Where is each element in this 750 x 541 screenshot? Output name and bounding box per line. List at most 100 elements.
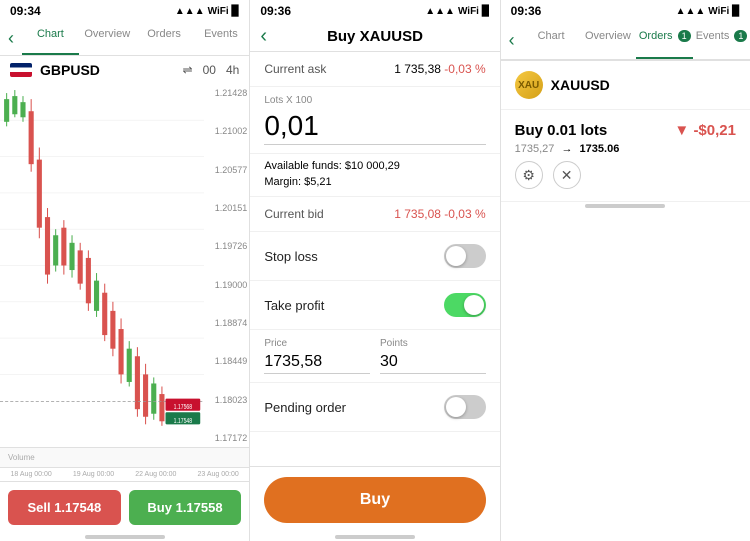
chart-filter-icon[interactable]: ⇌: [183, 63, 193, 77]
take-profit-label: Take profit: [264, 298, 324, 313]
status-icons-2: ▲▲▲ WiFi ▉: [425, 6, 489, 17]
symbol-name-1: GBPUSD: [40, 62, 100, 78]
order-price-to: 1735.06: [580, 143, 620, 155]
buy-header: ‹ Buy XAUUSD: [250, 22, 499, 52]
wifi-icon-3: WiFi: [708, 6, 729, 17]
points-label: Points: [380, 338, 486, 349]
pending-order-row: Pending order: [250, 383, 499, 432]
time-1: 09:34: [10, 4, 41, 18]
wifi-icon-1: WiFi: [208, 6, 229, 17]
tab-chart-3[interactable]: Chart: [523, 22, 580, 59]
order-prices: 1735,27 → 1735.06: [515, 143, 736, 155]
price-p5: 1.19000: [215, 280, 248, 290]
chart-timer-icon[interactable]: 00: [203, 63, 216, 77]
order-lots-label: Buy 0.01 lots: [515, 122, 608, 139]
buy-button[interactable]: Buy 1.17558: [129, 490, 242, 525]
order-pnl: ▼ -$0,21: [674, 122, 736, 139]
status-bar-3: 09:36 ▲▲▲ WiFi ▉: [501, 0, 750, 22]
current-bid-value: 1 735,08 -0,03 %: [394, 207, 485, 221]
battery-icon-3: ▉: [732, 6, 740, 17]
chart-area: 1.21428 1.21002 1.20577 1.20151 1.19726 …: [0, 84, 249, 447]
pending-order-knob: [446, 397, 466, 417]
price-points-row: Price Points: [250, 330, 499, 383]
tab-overview-3[interactable]: Overview: [579, 22, 636, 59]
status-icons-3: ▲▲▲ WiFi ▉: [676, 6, 740, 17]
volume-label: Volume: [8, 453, 35, 462]
orders-panel: 09:36 ▲▲▲ WiFi ▉ ‹ Chart Overview Orders…: [501, 0, 750, 541]
home-bar-1: [0, 533, 249, 541]
signal-icon-1: ▲▲▲: [175, 6, 205, 17]
margin-row: Margin: $5,21: [250, 174, 499, 197]
lots-section: Lots X 100: [250, 87, 499, 154]
chart-controls: ⇌ 00 4h: [183, 63, 240, 77]
order-symbol-row: XAU XAUUSD: [501, 61, 750, 110]
stop-loss-toggle[interactable]: [444, 244, 486, 268]
pending-order-toggle[interactable]: [444, 395, 486, 419]
current-bid-row: Current bid 1 735,08 -0,03 %: [250, 197, 499, 232]
points-field: Points: [380, 338, 486, 374]
current-bid-label: Current bid: [264, 207, 323, 221]
signal-icon-3: ▲▲▲: [676, 6, 706, 17]
date-1: 18 Aug 00:00: [11, 471, 52, 478]
order-close-btn[interactable]: ✕: [553, 161, 581, 189]
wifi-icon-2: WiFi: [458, 6, 479, 17]
tab-events-1[interactable]: Events: [192, 22, 249, 55]
order-symbol-name: XAUUSD: [551, 77, 610, 93]
order-card: Buy 0.01 lots ▼ -$0,21 1735,27 → 1735.06…: [501, 110, 750, 202]
pending-order-label: Pending order: [264, 400, 346, 415]
back-btn-1[interactable]: ‹: [0, 22, 22, 55]
points-input[interactable]: [380, 351, 486, 374]
tab-overview-1[interactable]: Overview: [79, 22, 136, 55]
price-input[interactable]: [264, 351, 370, 374]
volume-area: Volume: [0, 447, 249, 467]
time-3: 09:36: [511, 4, 542, 18]
tab-bar-1: ‹ Chart Overview Orders Events: [0, 22, 249, 56]
current-ask-label: Current ask: [264, 62, 326, 76]
timeframe-label[interactable]: 4h: [226, 63, 239, 77]
buy-panel: 09:36 ▲▲▲ WiFi ▉ ‹ Buy XAUUSD Current as…: [250, 0, 500, 541]
back-btn-3[interactable]: ‹: [501, 22, 523, 59]
chart-header: GBPUSD ⇌ 00 4h: [0, 56, 249, 84]
gbp-flag-icon: [10, 63, 32, 77]
take-profit-toggle[interactable]: [444, 293, 486, 317]
buy-content: Current ask 1 735,38 -0,03 % Lots X 100 …: [250, 52, 499, 466]
buy-action-button[interactable]: Buy: [264, 477, 485, 523]
price-p6: 1.18874: [215, 318, 248, 328]
time-2: 09:36: [260, 4, 291, 18]
tab-chart-1[interactable]: Chart: [22, 22, 79, 55]
price-p7: 1.18449: [215, 356, 248, 366]
home-bar-2: [250, 533, 499, 541]
battery-icon-1: ▉: [232, 6, 240, 17]
status-icons-1: ▲▲▲ WiFi ▉: [175, 6, 239, 17]
price-field: Price: [264, 338, 370, 374]
stop-loss-row: Stop loss: [250, 232, 499, 281]
date-axis: 18 Aug 00:00 19 Aug 00:00 22 Aug 00:00 2…: [0, 467, 249, 481]
buy-back-btn[interactable]: ‹: [260, 25, 267, 48]
events-badge: 1: [734, 30, 747, 42]
gold-icon: XAU: [515, 71, 543, 99]
price-labels: 1.21428 1.21002 1.20577 1.20151 1.19726 …: [215, 84, 248, 447]
tab-events-3[interactable]: Events 1: [693, 22, 750, 59]
take-profit-knob: [464, 295, 484, 315]
date-3: 22 Aug 00:00: [135, 471, 176, 478]
tab-orders-1[interactable]: Orders: [136, 22, 193, 55]
chart-footer: Sell 1.17548 Buy 1.17558: [0, 481, 249, 533]
available-funds-row: Available funds: $10 000,29: [250, 154, 499, 174]
stop-loss-knob: [446, 246, 466, 266]
lots-label: Lots X 100: [264, 95, 485, 106]
candlestick-chart: 1.17568 1.17548: [0, 84, 204, 447]
sell-button[interactable]: Sell 1.17548: [8, 490, 121, 525]
price-p3: 1.20151: [215, 203, 248, 213]
tab-orders-3[interactable]: Orders 1: [636, 22, 693, 59]
price-p1: 1.21002: [215, 126, 248, 136]
battery-icon-2: ▉: [482, 6, 490, 17]
stop-loss-label: Stop loss: [264, 249, 317, 264]
lots-input[interactable]: [264, 108, 485, 145]
order-settings-btn[interactable]: ⚙: [515, 161, 543, 189]
orders-tab-bar: ‹ Chart Overview Orders 1 Events 1: [501, 22, 750, 61]
price-p8: 1.18023: [215, 395, 248, 405]
svg-text:1.17548: 1.17548: [174, 417, 193, 425]
date-4: 23 Aug 00:00: [198, 471, 239, 478]
order-card-header: Buy 0.01 lots ▼ -$0,21: [515, 122, 736, 139]
buy-footer: Buy: [250, 466, 499, 533]
